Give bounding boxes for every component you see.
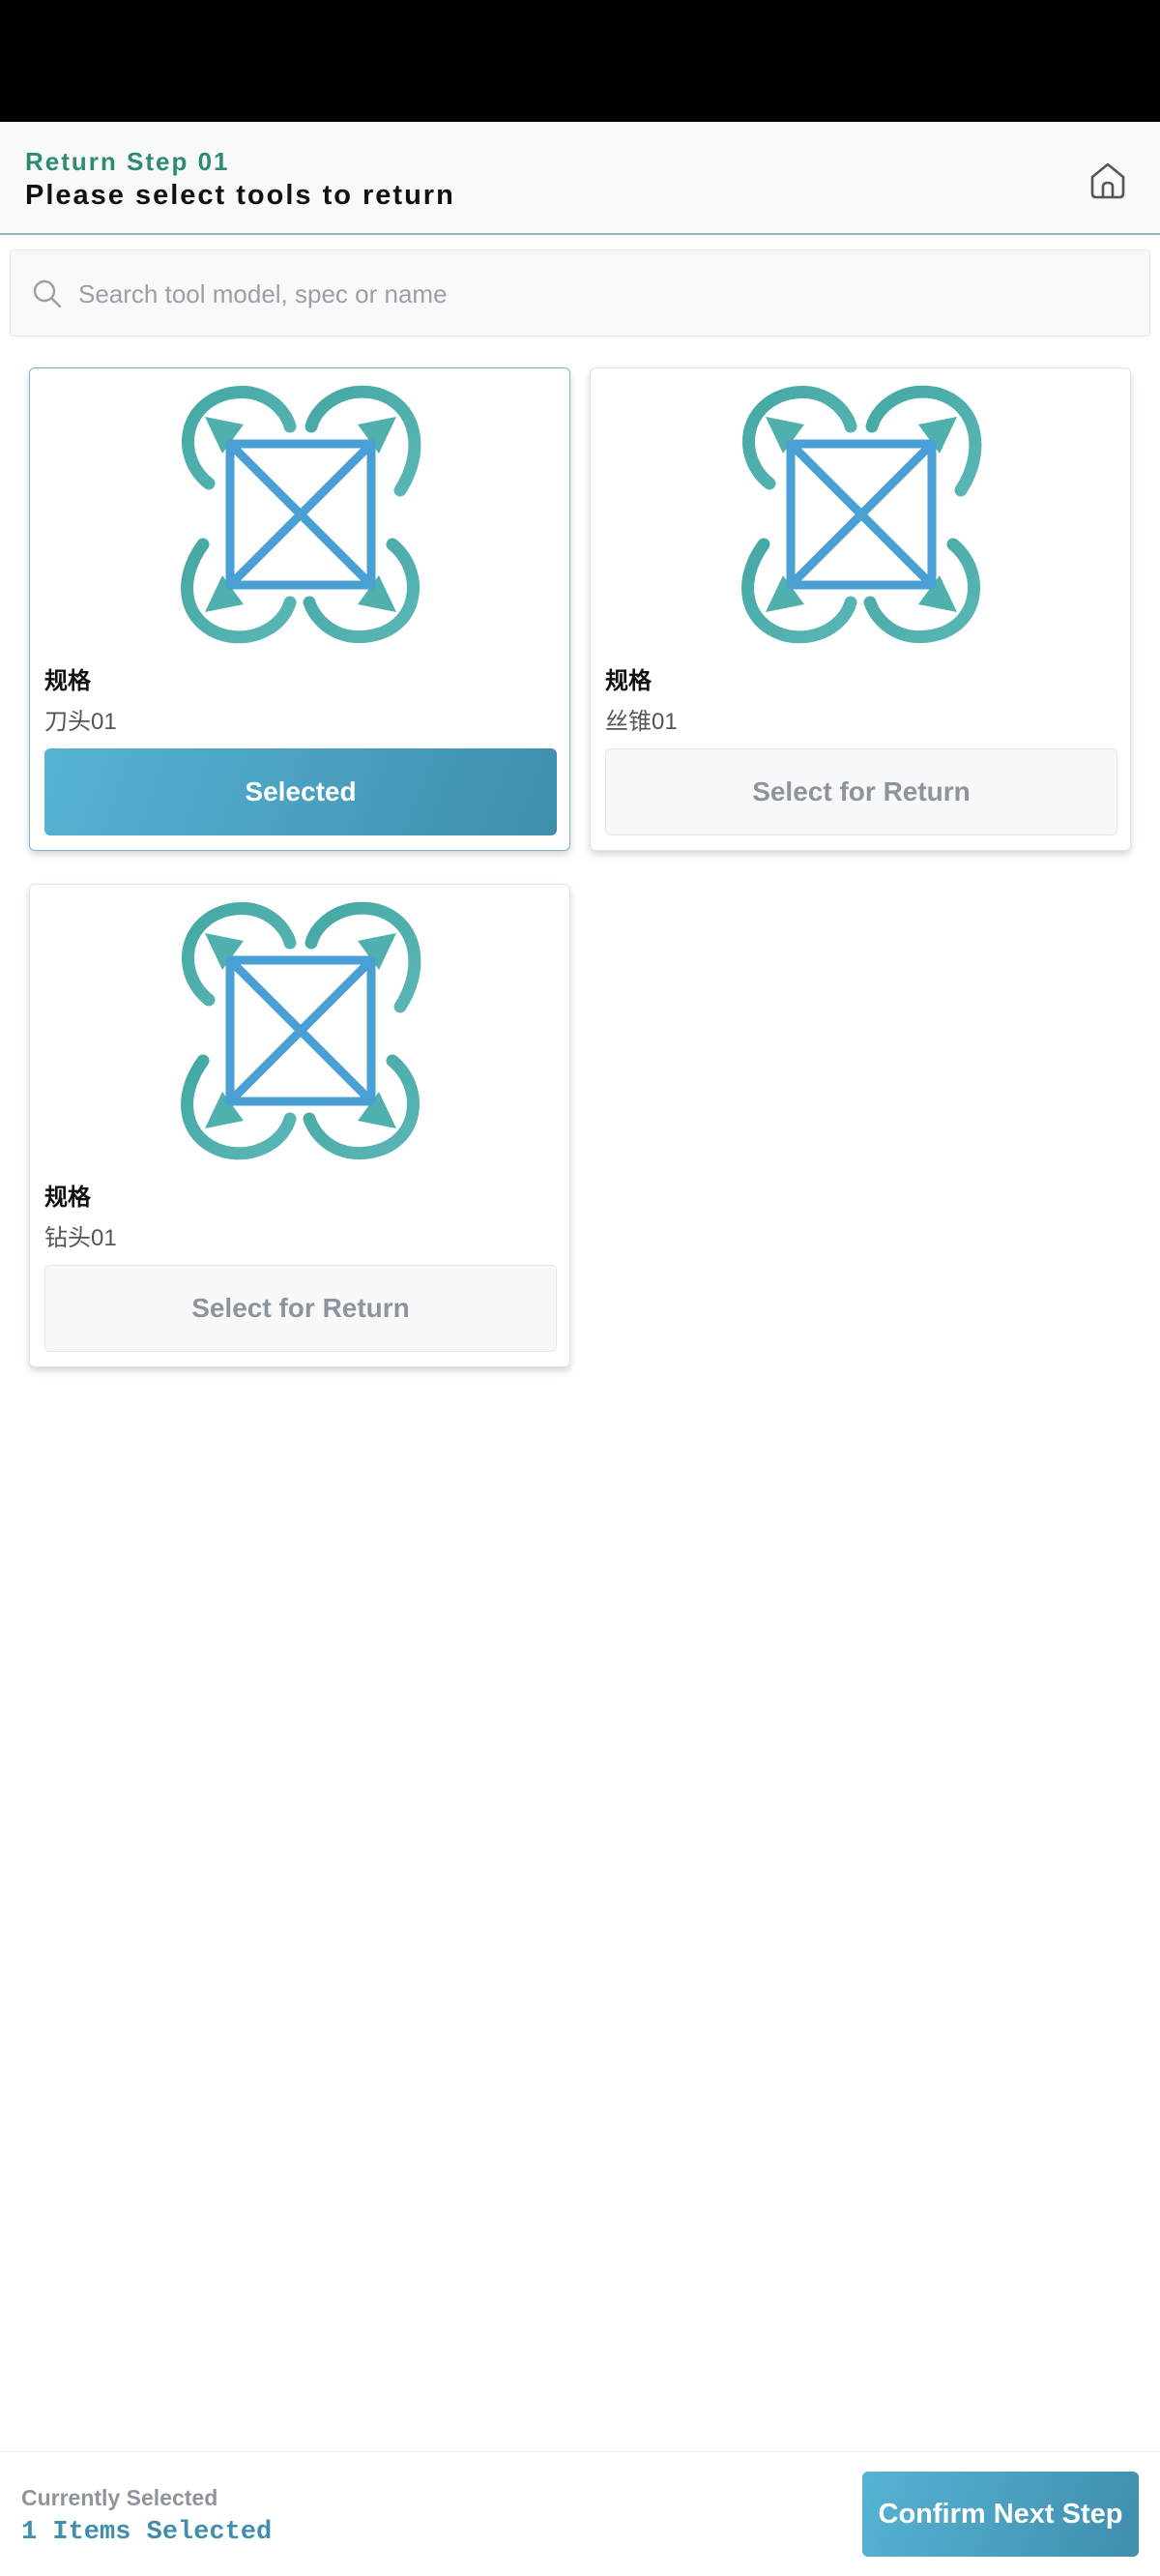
selected-count: 1 Items Selected	[21, 2518, 273, 2547]
search-icon	[33, 279, 62, 308]
select-for-return-button[interactable]: Select for Return	[44, 1265, 557, 1352]
home-icon[interactable]	[1087, 159, 1129, 201]
tool-card[interactable]: 规格 刀头01 Selected	[29, 367, 570, 851]
search-input[interactable]	[78, 268, 1132, 320]
page-title: Please select tools to return	[25, 180, 455, 211]
selected-button[interactable]: Selected	[44, 748, 557, 835]
currently-selected-label: Currently Selected	[21, 2485, 218, 2510]
confirm-next-step-button[interactable]: Confirm Next Step	[862, 2472, 1139, 2557]
status-bar	[0, 0, 1160, 122]
select-for-return-button[interactable]: Select for Return	[605, 748, 1117, 835]
footer-bar: Currently Selected 1 Items Selected Conf…	[0, 2451, 1160, 2576]
spec-value: 刀头01	[44, 709, 117, 735]
spec-value: 丝锥01	[605, 709, 678, 735]
tool-card[interactable]: 规格 丝锥01 Select for Return	[590, 367, 1131, 851]
step-label: Return Step 01	[25, 147, 230, 176]
search-bar	[10, 249, 1150, 337]
tool-placeholder-icon	[168, 898, 433, 1163]
tool-card[interactable]: 规格 钻头01 Select for Return	[29, 884, 570, 1367]
spec-label: 规格	[44, 668, 91, 694]
tool-placeholder-icon	[168, 382, 433, 647]
spec-label: 规格	[44, 1185, 91, 1211]
spec-label: 规格	[605, 668, 652, 694]
header: Return Step 01 Please select tools to re…	[0, 122, 1160, 235]
spec-value: 钻头01	[44, 1225, 117, 1251]
tool-placeholder-icon	[729, 382, 994, 647]
